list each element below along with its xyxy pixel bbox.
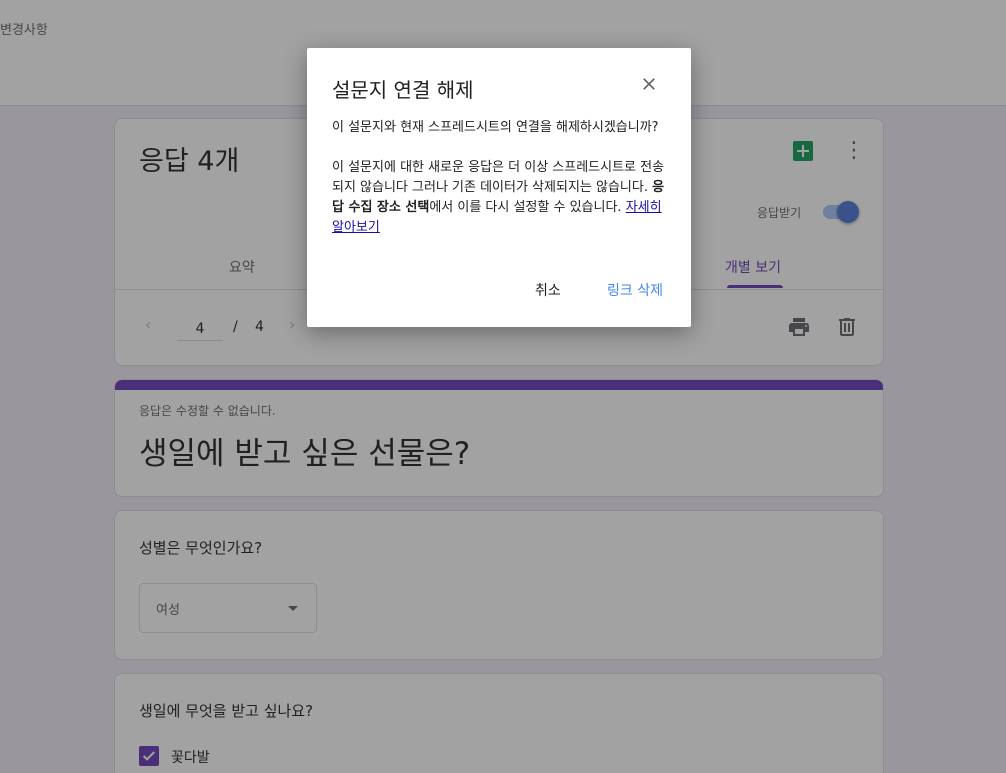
dialog-title: 설문지 연결 해제: [332, 78, 474, 102]
cancel-button[interactable]: 취소: [535, 280, 561, 300]
dialog-text: 에서 이를 다시 설정할 수 있습니다.: [429, 200, 626, 215]
dialog-paragraph-1: 이 설문지와 현재 스프레드시트의 연결을 해제하시겠습니까?: [332, 120, 659, 135]
dialog-text: 이 설문지에 대한 새로운 응답은 더 이상 스프레드시트로 전송되지 않습니다…: [332, 160, 665, 195]
dialog-paragraph-2: 이 설문지에 대한 새로운 응답은 더 이상 스프레드시트로 전송되지 않습니다…: [332, 158, 666, 238]
delete-link-button[interactable]: 링크 삭제: [607, 280, 663, 300]
dialog-body: 이 설문지와 현재 스프레드시트의 연결을 해제하시겠습니까? 이 설문지에 대…: [332, 118, 666, 258]
close-icon[interactable]: [639, 74, 659, 94]
unlink-dialog: 설문지 연결 해제 이 설문지와 현재 스프레드시트의 연결을 해제하시겠습니까…: [307, 48, 691, 327]
